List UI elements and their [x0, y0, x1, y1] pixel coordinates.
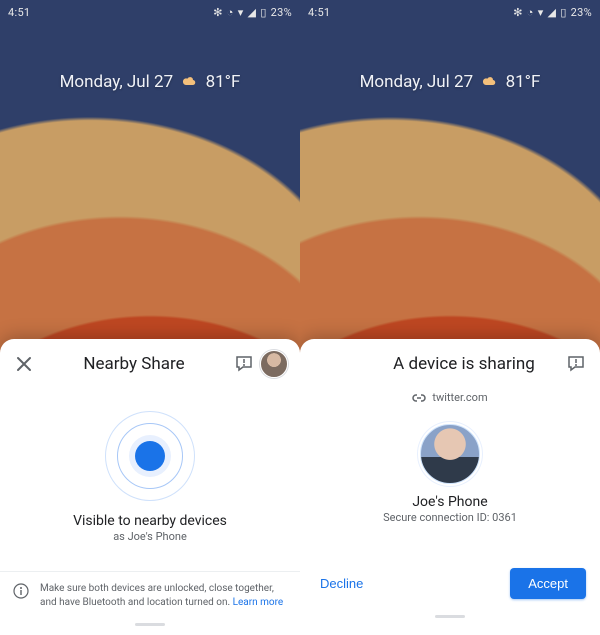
close-icon[interactable]: [12, 352, 36, 376]
lock-temp: 81°F: [206, 72, 241, 92]
feedback-icon[interactable]: [232, 352, 256, 376]
lockscreen-info: Monday, Jul 27 81°F: [0, 72, 300, 92]
lock-temp: 81°F: [506, 72, 541, 92]
info-banner: Make sure both devices are unlocked, clo…: [0, 571, 300, 617]
account-avatar[interactable]: [260, 350, 288, 378]
lockscreen-info: Monday, Jul 27 81°F: [300, 72, 600, 92]
sender-name: Joe's Phone: [300, 494, 600, 510]
status-bar: 4:51 ✻ ◔ ▾ ◢ ▯ 23%: [0, 0, 300, 24]
dnd-icon: ✻: [213, 6, 223, 19]
battery-icon: ▯: [260, 6, 266, 19]
status-time: 4:51: [8, 6, 30, 19]
alarm-icon: ◔: [227, 6, 234, 19]
battery-pct: 23%: [271, 6, 292, 19]
battery-icon: ▯: [560, 6, 566, 19]
sender-avatar: [420, 424, 480, 484]
learn-more-link[interactable]: Learn more: [233, 597, 284, 608]
dnd-icon: ✻: [513, 6, 523, 19]
weather-icon: [480, 75, 498, 89]
sheet-title: Nearby Share: [40, 354, 228, 374]
alarm-icon: ◔: [527, 6, 534, 19]
secure-id: Secure connection ID: 0361: [300, 511, 600, 524]
status-bar: 4:51 ✻ ◔ ▾ ◢ ▯ 23%: [300, 0, 600, 24]
signal-icon: ◢: [248, 6, 257, 19]
screenshot-right: 4:51 ✻ ◔ ▾ ◢ ▯ 23% Monday, Jul 27 81°F A…: [300, 0, 600, 635]
device-alias: as Joe's Phone: [0, 530, 300, 543]
nearby-share-sheet: Nearby Share Visible to nearby devices a…: [0, 339, 300, 635]
info-icon: [12, 583, 30, 599]
sheet-title: A device is sharing: [340, 354, 560, 374]
status-icons: ✻ ◔ ▾ ◢ ▯ 23%: [513, 6, 592, 19]
link-host: twitter.com: [432, 391, 487, 404]
decline-button[interactable]: Decline: [314, 568, 369, 599]
shared-link: twitter.com: [300, 391, 600, 404]
screenshot-left: 4:51 ✻ ◔ ▾ ◢ ▯ 23% Monday, Jul 27 81°F: [0, 0, 300, 635]
lock-date: Monday, Jul 27: [60, 72, 174, 92]
scanning-indicator: [105, 411, 195, 501]
link-icon: [412, 393, 426, 403]
status-icons: ✻ ◔ ▾ ◢ ▯ 23%: [213, 6, 292, 19]
nav-handle[interactable]: [135, 623, 165, 626]
incoming-share-sheet: A device is sharing twitter.com Joe's Ph…: [300, 339, 600, 635]
nav-handle[interactable]: [435, 615, 465, 618]
feedback-icon[interactable]: [564, 352, 588, 376]
battery-pct: 23%: [571, 6, 592, 19]
wifi-icon: ▾: [538, 6, 544, 19]
status-time: 4:51: [308, 6, 330, 19]
wifi-icon: ▾: [238, 6, 244, 19]
visibility-text: Visible to nearby devices: [0, 513, 300, 529]
scanning-dot-icon: [135, 441, 165, 471]
signal-icon: ◢: [548, 6, 557, 19]
accept-button[interactable]: Accept: [510, 568, 586, 599]
lock-date: Monday, Jul 27: [360, 72, 474, 92]
weather-icon: [180, 75, 198, 89]
